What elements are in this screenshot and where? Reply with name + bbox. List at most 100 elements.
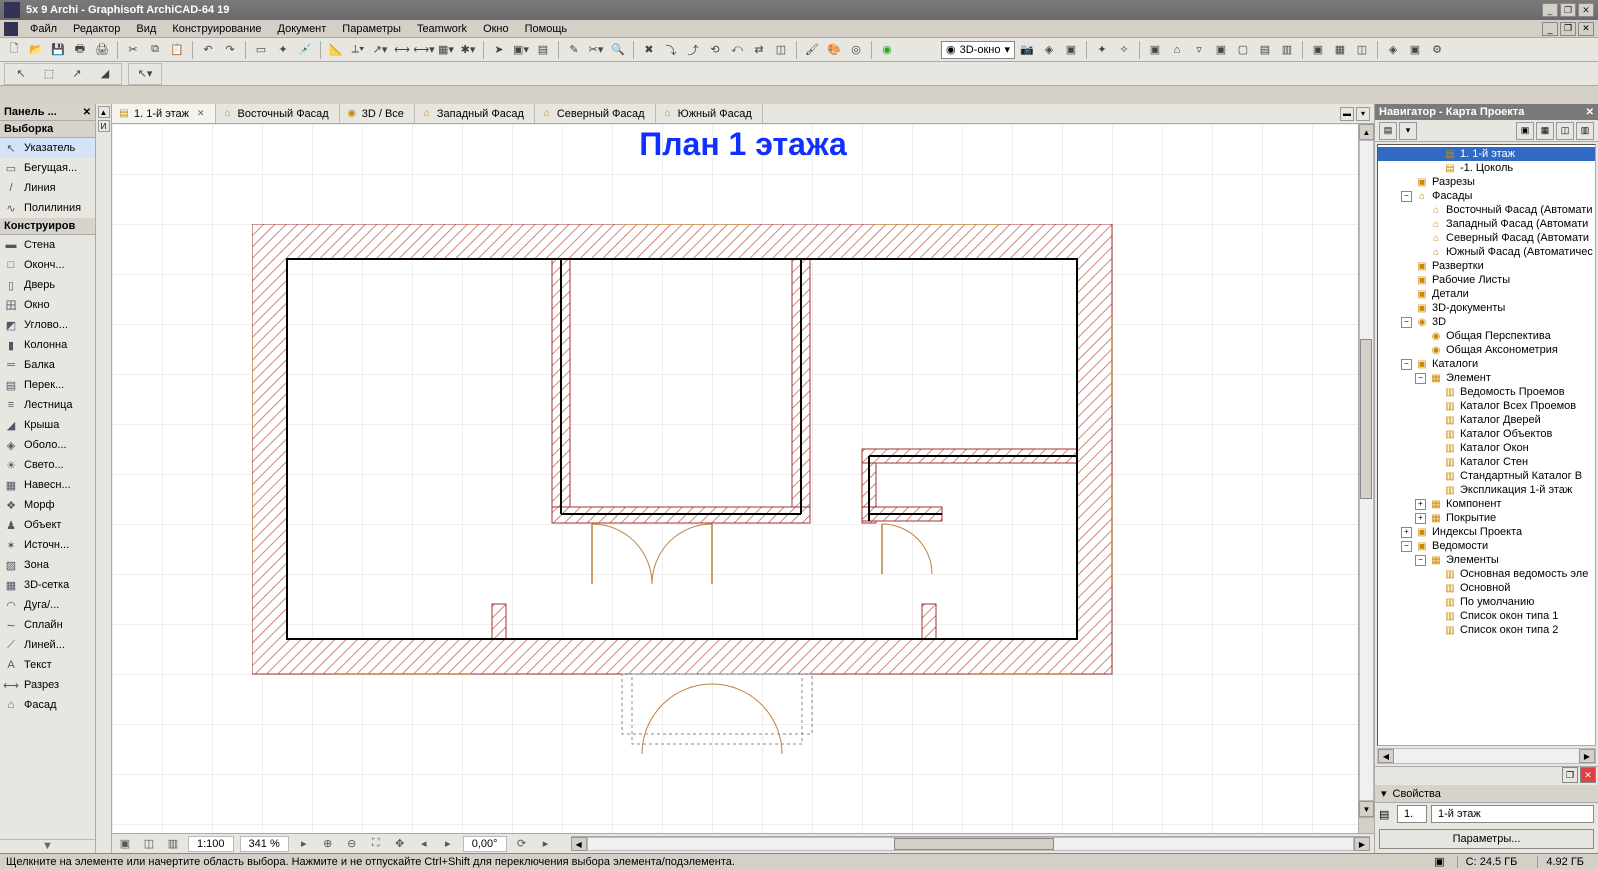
scale-icon[interactable]: ▥ — [164, 836, 182, 852]
scroll-right-icon[interactable]: ▶ — [1354, 837, 1370, 851]
tree-expand-icon[interactable]: + — [1415, 499, 1426, 510]
redo-icon[interactable]: ↷ — [220, 40, 240, 60]
tree-expand-icon[interactable]: + — [1401, 527, 1412, 538]
undo-icon[interactable]: ↶ — [198, 40, 218, 60]
child-maximize-button[interactable]: ❐ — [1560, 22, 1576, 36]
tool-[interactable]: ◠Дуга/... — [0, 595, 95, 615]
tree-item[interactable]: ▣3D-документы — [1378, 301, 1595, 315]
tool-[interactable]: ◈Оболо... — [0, 435, 95, 455]
print-icon[interactable]: 🖶 — [70, 40, 90, 60]
property-name-field[interactable]: 1-й этаж — [1431, 805, 1594, 823]
tool-[interactable]: ∼Сплайн — [0, 615, 95, 635]
book2-icon[interactable]: ▦ — [1330, 40, 1350, 60]
profile-icon[interactable]: ▣ — [1145, 40, 1165, 60]
navigator-close-icon[interactable]: ✕ — [1586, 107, 1594, 118]
tree-item[interactable]: ⌂Западный Фасад (Автомати — [1378, 217, 1595, 231]
tool-[interactable]: ⌂Фасад — [0, 695, 95, 715]
tree-item[interactable]: ▥Основная ведомость эле — [1378, 567, 1595, 581]
maximize-button[interactable]: ❐ — [1560, 3, 1576, 17]
tool-[interactable]: ⟷Разрез — [0, 675, 95, 695]
nav-view2-icon[interactable]: ▦ — [1536, 122, 1554, 140]
menu-конструирование[interactable]: Конструирование — [164, 22, 269, 36]
tool-[interactable]: 田Окно — [0, 295, 95, 315]
pan-icon[interactable]: ✥ — [391, 836, 409, 852]
tool-[interactable]: ▭Бегущая... — [0, 158, 95, 178]
canvas-scrollbar-vertical[interactable]: ▲ ▼ — [1358, 124, 1374, 817]
tool-3d[interactable]: ▦3D-сетка — [0, 575, 95, 595]
tree-item[interactable]: +▣Индексы Проекта — [1378, 525, 1595, 539]
tool-[interactable]: □Оконч... — [0, 255, 95, 275]
arrow-icon[interactable]: ➤ — [489, 40, 509, 60]
tree-item[interactable]: ▥Основной — [1378, 581, 1595, 595]
tool-[interactable]: ≡Лестница — [0, 395, 95, 415]
tool-b-icon[interactable]: ⤵ — [661, 40, 681, 60]
zoom-arrow-icon[interactable]: ▸ — [295, 836, 313, 852]
info-toggle-1[interactable]: И — [98, 120, 110, 132]
open-icon[interactable]: 📂 — [26, 40, 46, 60]
tool-[interactable]: AТекст — [0, 655, 95, 675]
tool-h-icon[interactable]: 🖌 — [802, 40, 822, 60]
menu-окно[interactable]: Окно — [475, 22, 517, 36]
zoom-field[interactable]: 341 % — [240, 836, 289, 852]
tab-[interactable]: ⌂Западный Фасад — [415, 104, 535, 123]
menu-файл[interactable]: Файл — [22, 22, 65, 36]
scale-field[interactable]: 1:100 — [188, 836, 234, 852]
tree-item[interactable]: +▦Покрытие — [1378, 511, 1595, 525]
nav-view4-icon[interactable]: ▥ — [1576, 122, 1594, 140]
tool-[interactable]: ▯Дверь — [0, 275, 95, 295]
tool-f-icon[interactable]: ⇄ — [749, 40, 769, 60]
tree-item[interactable]: ▥Список окон типа 1 — [1378, 609, 1595, 623]
layers-icon[interactable]: ▣▾ — [511, 40, 531, 60]
tree-expand-icon[interactable]: − — [1401, 359, 1412, 370]
tool-[interactable]: ❖Морф — [0, 495, 95, 515]
render-icon[interactable]: ◎ — [846, 40, 866, 60]
tree-item[interactable]: −▣Каталоги — [1378, 357, 1595, 371]
tree-item[interactable]: ▣Детали — [1378, 287, 1595, 301]
tree-item[interactable]: −◉3D — [1378, 315, 1595, 329]
method1-icon[interactable]: ↖ — [11, 64, 31, 84]
tool-[interactable]: ◩Углово... — [0, 315, 95, 335]
scroll-down-icon[interactable]: ▼ — [1359, 801, 1374, 817]
worksheet-icon[interactable]: ▢ — [1233, 40, 1253, 60]
tree-item[interactable]: ⌂Южный Фасад (Автоматичес — [1378, 245, 1595, 259]
canvas-scrollbar-horizontal[interactable]: ◀ ▶ — [571, 836, 1370, 852]
info-toggle-up[interactable]: ▲ — [98, 106, 110, 118]
tree-item[interactable]: ▥Экспликация 1-й этаж — [1378, 483, 1595, 497]
tool-[interactable]: ◢Крыша — [0, 415, 95, 435]
tab-11[interactable]: ▤1. 1-й этаж✕ — [112, 104, 216, 123]
zoom-in-icon[interactable]: ⊕ — [319, 836, 337, 852]
property-id-field[interactable]: 1. — [1397, 805, 1427, 823]
rotate-icon[interactable]: ⟳ — [513, 836, 531, 852]
cut-icon[interactable]: ✂ — [123, 40, 143, 60]
angle-field[interactable]: 0,00° — [463, 836, 507, 852]
tool-d-icon[interactable]: ⟲ — [705, 40, 725, 60]
prev-view-icon[interactable]: ◂ — [415, 836, 433, 852]
tool-[interactable]: ▤Перек... — [0, 375, 95, 395]
tool-[interactable]: ▮Колонна — [0, 335, 95, 355]
gear-icon[interactable]: ⚙ — [1427, 40, 1447, 60]
snap-icon[interactable]: ✱▾ — [458, 40, 478, 60]
tree-item[interactable]: ▥Стандартный Каталог В — [1378, 469, 1595, 483]
tree-expand-icon[interactable]: − — [1401, 191, 1412, 202]
tree-item[interactable]: ◉Общая Перспектива — [1378, 329, 1595, 343]
trim-icon[interactable]: ✂▾ — [586, 40, 606, 60]
tool-[interactable]: /Линия — [0, 178, 95, 198]
section-icon[interactable]: ▿ — [1189, 40, 1209, 60]
ruler-icon[interactable]: ⟂▾ — [348, 40, 368, 60]
quick-options-icon[interactable]: ▣ — [116, 836, 134, 852]
menu-параметры[interactable]: Параметры — [334, 22, 409, 36]
tool-[interactable]: ♟Объект — [0, 515, 95, 535]
nav2-icon[interactable]: ✧ — [1114, 40, 1134, 60]
tab-[interactable]: ⌂Северный Фасад — [535, 104, 656, 123]
save-icon[interactable]: 💾 — [48, 40, 68, 60]
menu-редактор[interactable]: Редактор — [65, 22, 128, 36]
3d-window-button[interactable]: ◉ 3D-окно ▾ — [941, 41, 1015, 59]
next-view-icon[interactable]: ▸ — [439, 836, 457, 852]
magic-wand-icon[interactable]: ✦ — [273, 40, 293, 60]
child-close-button[interactable]: ✕ — [1578, 22, 1594, 36]
camera-icon[interactable]: 📷 — [1017, 40, 1037, 60]
menu-вид[interactable]: Вид — [128, 22, 164, 36]
menu-teamwork[interactable]: Teamwork — [409, 22, 475, 36]
layer-icon[interactable]: ◫ — [140, 836, 158, 852]
tree-item[interactable]: +▦Компонент — [1378, 497, 1595, 511]
